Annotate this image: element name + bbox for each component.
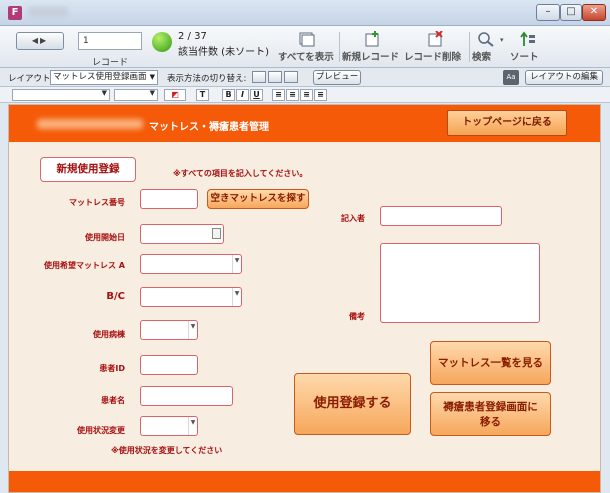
calendar-icon[interactable] <box>212 228 221 239</box>
status-change-note: ※使用状況を変更してください <box>111 446 223 455</box>
form-footer <box>9 471 600 492</box>
text-color-button[interactable]: ◩ <box>164 89 186 101</box>
new-record-button[interactable]: 新規レコード <box>342 26 402 68</box>
sort-button[interactable]: ソート <box>510 26 546 68</box>
window-title-bar: F – □ ✕ <box>0 0 610 26</box>
magnifier-icon <box>478 32 494 47</box>
hospital-name-blurred <box>37 119 143 129</box>
page-title: マットレス・褥瘡患者管理 <box>149 122 269 133</box>
view-as-table-button[interactable] <box>284 71 298 83</box>
align-justify-icon: ≡ <box>317 90 324 99</box>
remarks-label: 備考 <box>349 312 365 321</box>
found-count-label: 該当件数 (未ソート) <box>178 47 269 58</box>
find-button[interactable]: 検索 <box>472 26 500 68</box>
text-style-button[interactable]: T <box>196 89 209 101</box>
color-swatch-icon: ◩ <box>171 90 179 99</box>
align-right-icon: ≡ <box>303 90 310 99</box>
record-label: レコード <box>91 58 128 68</box>
mattress-number-label: マットレス番号 <box>69 198 125 207</box>
align-center-icon: ≡ <box>289 90 296 99</box>
form-content: マットレス・褥瘡患者管理 トップページに戻る 新規使用登録 ※すべての項目を記入… <box>8 104 601 493</box>
patient-name-label: 患者名 <box>101 396 125 405</box>
text-format-icon[interactable]: Aa <box>503 70 519 85</box>
form-header: マットレス・褥瘡患者管理 トップページに戻る <box>9 105 600 142</box>
delete-record-button[interactable]: レコード削除 <box>404 26 466 68</box>
preview-button[interactable]: プレビュー <box>313 70 361 85</box>
minimize-button[interactable]: – <box>536 4 560 21</box>
find-dropdown-chevron-icon[interactable]: ▾ <box>500 36 504 44</box>
font-size-select[interactable]: ▼ <box>114 89 158 101</box>
current-record-input[interactable]: 1 <box>78 32 142 50</box>
view-as-form-button[interactable] <box>252 71 266 83</box>
align-left-button[interactable]: ≡ <box>272 89 285 101</box>
view-as-label: 表示方法の切り替え: <box>167 74 247 84</box>
chevron-down-icon: ▼ <box>101 89 107 97</box>
chevron-down-icon: ▼ <box>149 89 155 97</box>
align-left-icon: ≡ <box>275 90 282 99</box>
align-justify-button[interactable]: ≡ <box>314 89 327 101</box>
bc-select[interactable]: ▼ <box>140 287 242 307</box>
patient-name-input[interactable] <box>140 386 233 406</box>
ward-label: 使用病棟 <box>93 330 125 339</box>
previous-record-icon[interactable]: ◀ <box>32 36 40 45</box>
mattress-number-input[interactable] <box>140 189 198 209</box>
next-record-icon[interactable]: ▶ <box>40 36 48 45</box>
start-date-input[interactable] <box>140 224 224 244</box>
remarks-textarea[interactable] <box>380 243 540 323</box>
status-change-label: 使用状況変更 <box>77 426 125 435</box>
patient-id-label: 患者ID <box>99 364 125 373</box>
show-all-button[interactable]: すべてを表示 <box>278 26 336 68</box>
show-all-icon <box>299 32 315 47</box>
found-count: 2 / 37 <box>178 31 207 42</box>
ward-select[interactable]: ▼ <box>140 320 198 340</box>
toolbar-separator <box>469 32 470 62</box>
delete-record-icon <box>428 31 443 47</box>
top-page-button[interactable]: トップページに戻る <box>447 110 567 136</box>
patient-id-input[interactable] <box>140 355 198 375</box>
app-icon: F <box>8 6 22 20</box>
bold-button[interactable]: B <box>222 89 235 101</box>
view-as-list-button[interactable] <box>268 71 282 83</box>
align-center-button[interactable]: ≡ <box>286 89 299 101</box>
chevron-down-icon: ▼ <box>149 73 155 81</box>
font-select[interactable]: ▼ <box>12 89 110 101</box>
chevron-down-icon: ▼ <box>188 417 197 435</box>
status-toolbar: ◀▶ 1 レコード 2 / 37 該当件数 (未ソート) すべてを表示 新規レコ… <box>0 26 610 68</box>
recorder-label: 記入者 <box>341 214 365 223</box>
bc-label: B/C <box>106 291 125 302</box>
layout-select[interactable]: マットレス使用登録画面 ▼ <box>50 70 158 85</box>
section-title: 新規使用登録 <box>40 157 136 182</box>
window-title-blurred <box>28 7 68 17</box>
register-button[interactable]: 使用登録する <box>294 373 411 435</box>
mattress-list-button[interactable]: マットレス一覧を見る <box>430 341 551 385</box>
instruction-note: ※すべての項目を記入してください。 <box>173 169 308 178</box>
found-set-pie-icon <box>152 32 172 52</box>
chevron-down-icon: ▼ <box>232 255 241 273</box>
formatting-bar: ▼ ▼ ◩ T B I U ≡ ≡ ≡ ≡ <box>0 87 610 103</box>
edit-layout-button[interactable]: レイアウトの編集 <box>525 70 603 85</box>
desired-mattress-a-select[interactable]: ▼ <box>140 254 242 274</box>
new-record-icon <box>365 31 379 47</box>
recorder-input[interactable] <box>380 206 502 226</box>
align-right-button[interactable]: ≡ <box>300 89 313 101</box>
desired-mattress-a-label: 使用希望マットレス A <box>44 261 125 270</box>
layout-label: レイアウト: <box>8 74 54 84</box>
pressure-ulcer-registration-button[interactable]: 褥瘡患者登録画面に 移る <box>430 392 551 436</box>
underline-button[interactable]: U <box>250 89 263 101</box>
record-book-navigator[interactable]: ◀▶ <box>16 32 64 50</box>
close-button[interactable]: ✕ <box>582 4 606 21</box>
find-empty-mattress-button[interactable]: 空きマットレスを探す <box>207 189 309 209</box>
italic-button[interactable]: I <box>236 89 249 101</box>
layout-bar: レイアウト: マットレス使用登録画面 ▼ 表示方法の切り替え: プレビュー Aa … <box>0 68 610 87</box>
chevron-down-icon: ▼ <box>232 288 241 306</box>
status-change-select[interactable]: ▼ <box>140 416 198 436</box>
toolbar-separator <box>339 32 340 62</box>
chevron-down-icon: ▼ <box>188 321 197 339</box>
start-date-label: 使用開始日 <box>85 233 125 242</box>
sort-icon <box>520 31 535 46</box>
maximize-button[interactable]: □ <box>560 4 582 21</box>
